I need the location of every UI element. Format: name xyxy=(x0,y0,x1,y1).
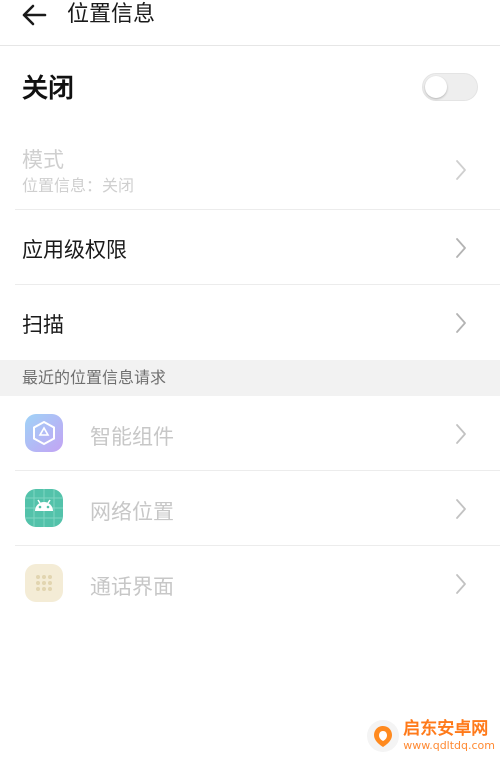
app-permissions-label: 应用级权限 xyxy=(22,238,127,262)
chevron-right-icon xyxy=(456,574,466,594)
location-toggle[interactable] xyxy=(422,73,478,101)
page-title: 位置信息 xyxy=(67,2,156,27)
settings-item-mode[interactable]: 模式 位置信息：关闭 xyxy=(0,130,500,210)
watermark-url: www.qdltdq.com xyxy=(403,739,495,752)
chevron-right-icon xyxy=(456,160,466,180)
back-arrow-icon xyxy=(22,4,47,26)
watermark: 启东安卓网 www.qdltdq.com xyxy=(367,716,495,756)
settings-item-app-permissions[interactable]: 应用级权限 xyxy=(0,210,500,285)
app-name: 智能组件 xyxy=(90,425,174,449)
chevron-right-icon xyxy=(456,424,466,444)
settings-item-scan[interactable]: 扫描 xyxy=(0,285,500,360)
chevron-right-icon xyxy=(456,499,466,519)
app-bar: 位置信息 xyxy=(0,0,500,46)
section-title: 最近的位置信息请求 xyxy=(22,368,167,387)
back-button[interactable] xyxy=(18,0,50,30)
chevron-right-icon xyxy=(456,313,466,333)
watermark-name: 启东安卓网 xyxy=(403,719,489,739)
mode-subtitle: 位置信息：关闭 xyxy=(22,176,135,195)
location-master-switch-row[interactable]: 关闭 xyxy=(0,60,500,118)
recent-request-item[interactable]: 智能组件 xyxy=(0,396,500,471)
recent-request-item[interactable]: 网络位置 xyxy=(0,471,500,546)
recent-request-item[interactable]: 通话界面 xyxy=(0,546,500,621)
app-name: 通话界面 xyxy=(90,575,174,599)
call-ui-icon xyxy=(25,564,63,602)
mode-label: 模式 xyxy=(22,148,64,172)
scan-label: 扫描 xyxy=(22,313,64,337)
toggle-knob xyxy=(425,76,447,98)
master-switch-label: 关闭 xyxy=(22,74,75,104)
watermark-logo-icon xyxy=(367,720,400,752)
chevron-right-icon xyxy=(456,238,466,258)
smart-widget-icon xyxy=(25,414,63,452)
android-icon xyxy=(25,489,63,527)
app-name: 网络位置 xyxy=(90,500,174,524)
recent-requests-section-header: 最近的位置信息请求 xyxy=(0,360,500,396)
